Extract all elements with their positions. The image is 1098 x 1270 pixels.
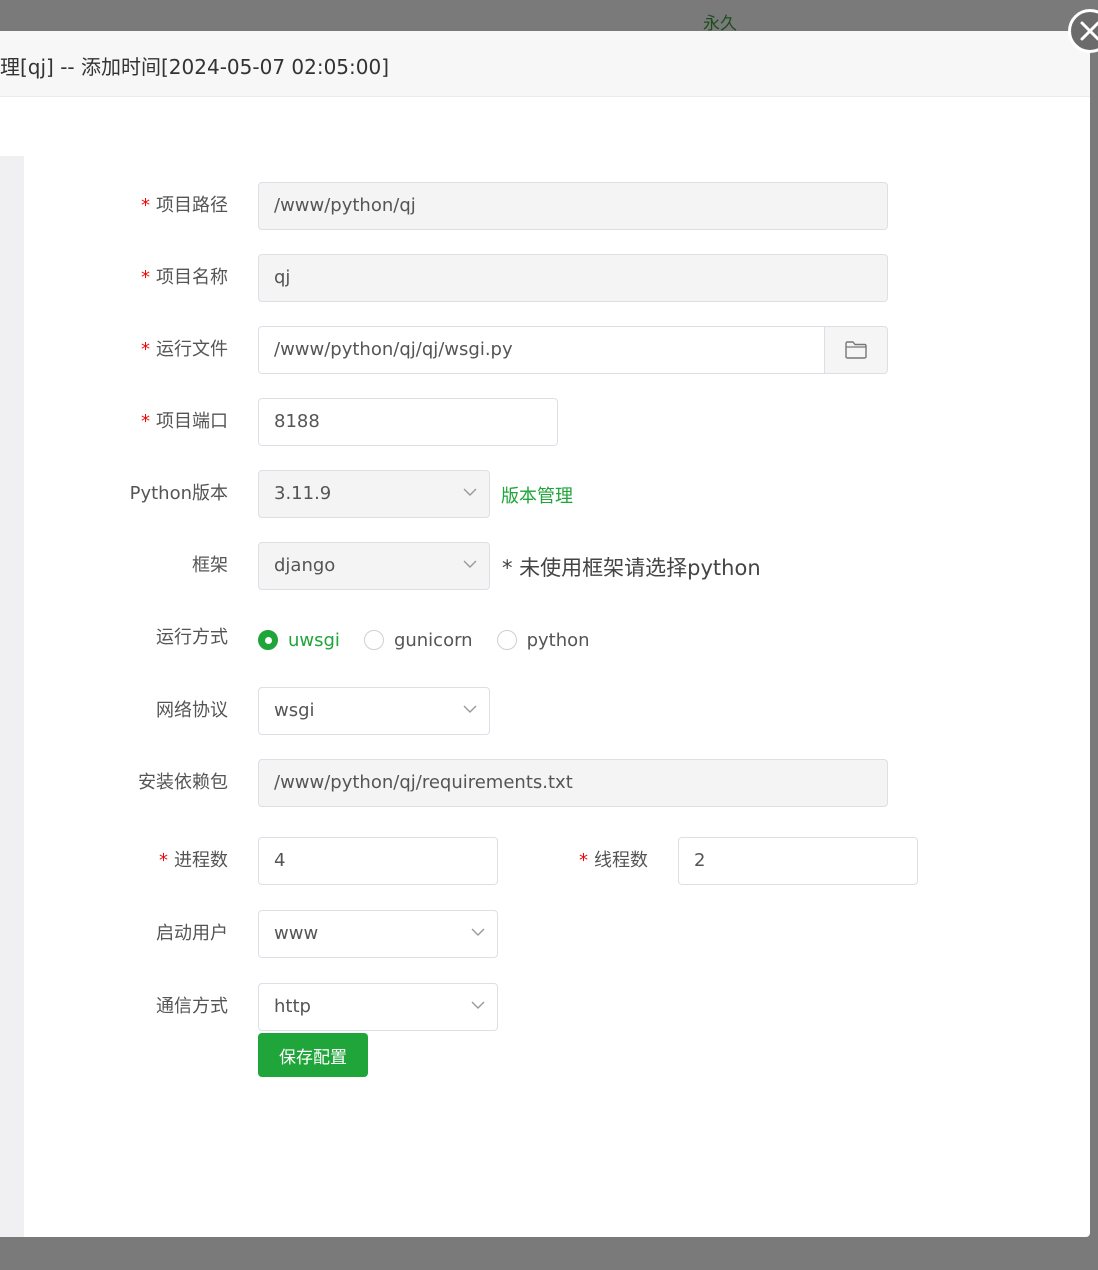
required-mark: *: [159, 850, 168, 871]
save-config-button[interactable]: 保存配置: [258, 1033, 368, 1077]
radio-gunicorn[interactable]: gunicorn: [363, 630, 473, 651]
start-user-value: www: [274, 923, 319, 944]
radio-uwsgi[interactable]: uwsgi: [258, 630, 340, 651]
project-port-label: * 项目端口: [141, 411, 228, 432]
run-file-input[interactable]: /www/python/qj/qj/wsgi.py: [258, 326, 825, 374]
project-path-label: * 项目路径: [141, 195, 228, 216]
comm-mode-label: 通信方式: [156, 996, 228, 1017]
version-manage-link[interactable]: 版本管理: [501, 482, 573, 508]
left-nav-strip: [0, 156, 24, 1237]
comm-mode-value: http: [274, 996, 311, 1017]
folder-icon: [845, 341, 867, 359]
chevron-down-icon: [463, 560, 477, 568]
framework-hint: * 未使用框架请选择python: [502, 556, 761, 580]
chevron-down-icon: [471, 1001, 485, 1009]
radio-dot: [258, 630, 278, 650]
project-path-input[interactable]: /www/python/qj: [258, 182, 888, 230]
python-version-value: 3.11.9: [274, 483, 332, 504]
required-mark: *: [141, 339, 150, 360]
start-user-label: 启动用户: [156, 923, 228, 944]
processes-input[interactable]: 4: [258, 837, 498, 885]
chevron-down-icon: [463, 488, 477, 496]
threads-label: * 线程数: [579, 850, 648, 871]
requirements-input[interactable]: /www/python/qj/requirements.txt: [258, 759, 888, 807]
framework-select[interactable]: django: [258, 542, 490, 590]
chevron-down-icon: [463, 705, 477, 713]
radio-python[interactable]: python: [496, 630, 590, 651]
python-version-select[interactable]: 3.11.9: [258, 470, 490, 518]
dialog-title: 理[qj] -- 添加时间[2024-05-07 02:05:00]: [0, 55, 390, 79]
comm-mode-select[interactable]: http: [258, 983, 498, 1031]
protocol-value: wsgi: [274, 700, 315, 721]
framework-label: 框架: [192, 555, 228, 576]
folder-select-button[interactable]: [824, 326, 888, 374]
python-version-label: Python版本: [129, 483, 228, 504]
framework-value: django: [274, 555, 336, 576]
run-mode-radio-group: uwsgi gunicorn python: [258, 627, 614, 653]
requirements-label: 安装依赖包: [138, 772, 228, 793]
project-name-input[interactable]: qj: [258, 254, 888, 302]
radio-dot: [363, 630, 384, 650]
project-port-input[interactable]: 8188: [258, 398, 558, 446]
required-mark: *: [141, 411, 150, 432]
close-icon: [1080, 21, 1098, 41]
protocol-select[interactable]: wsgi: [258, 687, 490, 735]
chevron-down-icon: [471, 928, 485, 936]
required-mark: *: [141, 267, 150, 288]
processes-label: * 进程数: [159, 850, 228, 871]
required-mark: *: [141, 195, 150, 216]
start-user-select[interactable]: www: [258, 910, 498, 958]
dialog-header: 理[qj] -- 添加时间[2024-05-07 02:05:00]: [0, 31, 1090, 97]
project-name-label: * 项目名称: [141, 267, 228, 288]
threads-input[interactable]: 2: [678, 837, 918, 885]
required-mark: *: [579, 850, 588, 871]
run-mode-label: 运行方式: [156, 627, 228, 648]
run-file-label: * 运行文件: [141, 339, 228, 360]
radio-dot: [496, 630, 517, 650]
protocol-label: 网络协议: [156, 700, 228, 721]
project-settings-dialog: 理[qj] -- 添加时间[2024-05-07 02:05:00] * 项目路径…: [0, 31, 1090, 1237]
